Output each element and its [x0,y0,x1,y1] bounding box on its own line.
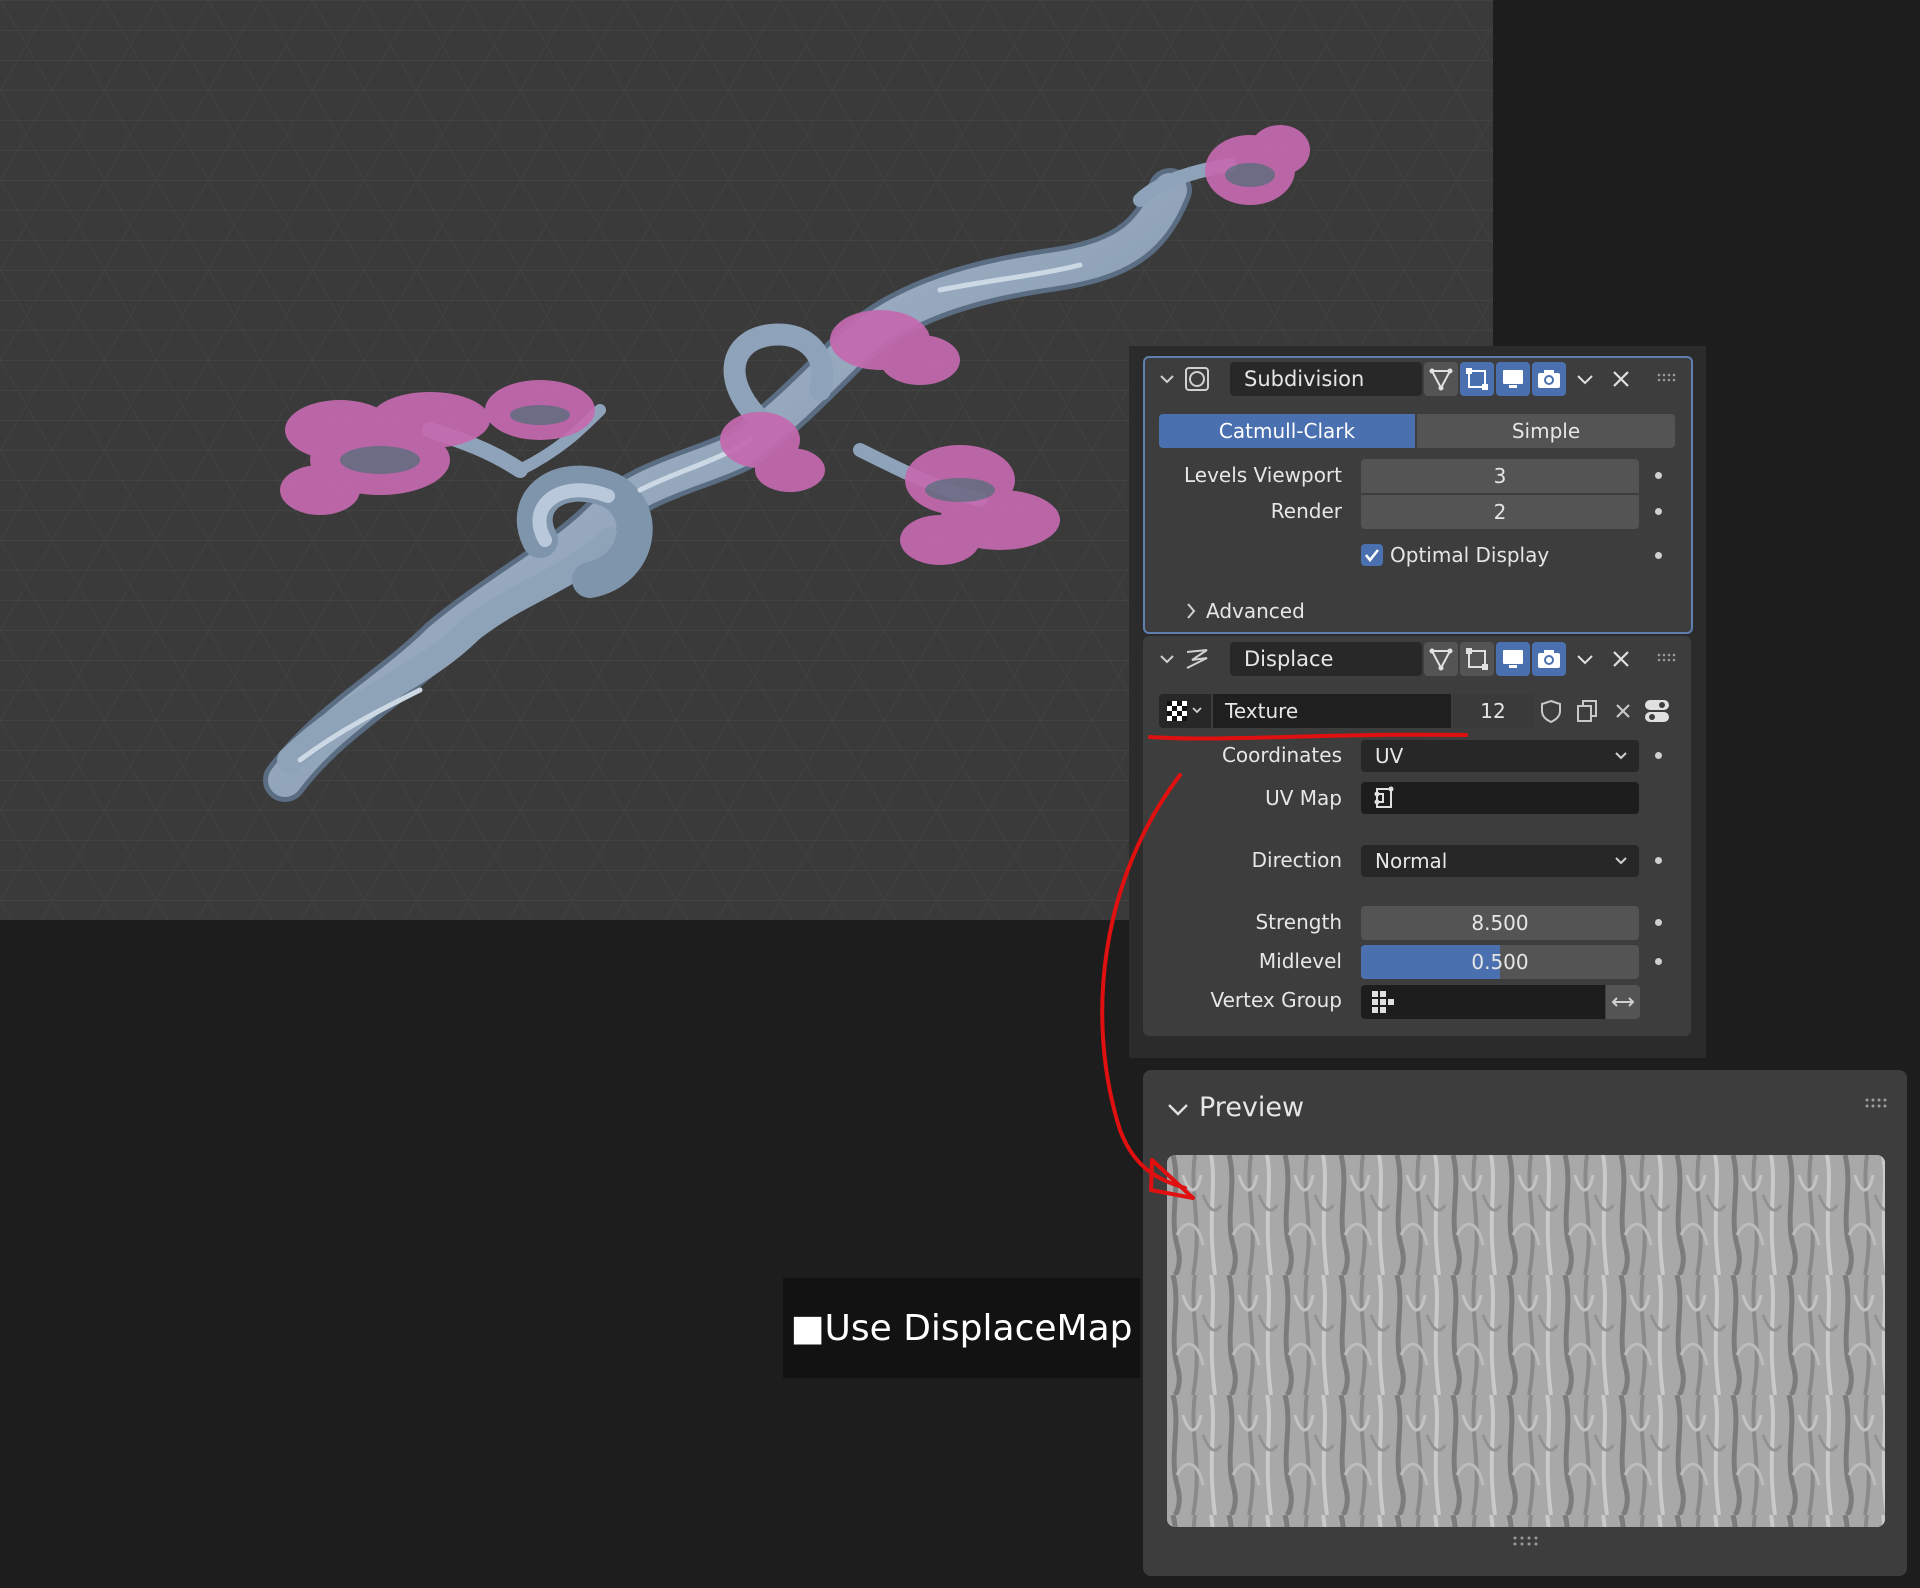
midlevel-slider[interactable]: 0.500 [1361,945,1639,979]
duplicate-texture-button[interactable] [1570,694,1604,728]
displace-remove-button[interactable] [1604,642,1638,676]
midlevel-value: 0.500 [1471,950,1529,974]
monitor-icon [1503,370,1523,388]
texture-properties-icon [1645,700,1669,722]
coordinates-value: UV [1375,744,1404,768]
direction-label: Direction [1251,848,1342,872]
drag-handle-icon [1513,1536,1538,1546]
advanced-label: Advanced [1206,599,1305,623]
invert-vertex-group-toggle[interactable] [1606,985,1640,1019]
texture-name-field[interactable]: Texture [1213,694,1451,728]
caption-box: ■Use DisplaceMap [783,1278,1140,1378]
displace-editmode-cage-toggle[interactable] [1424,642,1458,676]
texture-preview-image [1167,1155,1885,1527]
displace-drag-handle[interactable] [1656,650,1678,664]
chevron-right-icon [1187,603,1196,619]
monitor-icon [1503,650,1523,668]
keyframe-dot[interactable] [1655,919,1662,926]
levels-viewport-field[interactable]: 3 [1361,459,1639,493]
optimal-display-checkbox[interactable] [1361,544,1383,566]
simple-option[interactable]: Simple [1417,414,1675,448]
show-texture-properties-button[interactable] [1640,694,1674,728]
direction-dropdown[interactable]: Normal [1361,845,1639,877]
catmull-clark-option[interactable]: Catmull-Clark [1159,414,1415,448]
strength-label: Strength [1255,910,1342,934]
fake-user-button[interactable] [1534,694,1568,728]
levels-viewport-label: Levels Viewport [1183,463,1342,487]
keyframe-dot[interactable] [1655,508,1662,515]
close-icon [1616,704,1630,718]
subdivision-render-toggle[interactable] [1532,362,1566,396]
chevron-down-icon [1168,1104,1188,1116]
chevron-down-icon [1577,375,1593,385]
strength-field[interactable]: 8.500 [1361,906,1639,940]
preview-title: Preview [1199,1092,1305,1123]
subdivision-modifier-icon [1184,366,1210,392]
chevron-down-icon [1577,655,1593,665]
vertex-group-icon [1372,991,1394,1013]
subdivision-menu-dropdown[interactable] [1568,362,1602,396]
caption-text: ■Use DisplaceMap [790,1307,1133,1349]
keyframe-dot[interactable] [1655,857,1662,864]
preview-drag-handle[interactable] [1864,1095,1890,1109]
subdivision-editmode-toggle[interactable] [1460,362,1494,396]
drag-handle-icon [1657,373,1676,382]
shield-icon [1541,699,1561,724]
coordinates-label: Coordinates [1221,743,1342,767]
edit-mode-icon [1466,648,1488,670]
texture-users-count[interactable]: 12 [1453,694,1533,728]
subdivision-collapse-toggle[interactable] [1156,368,1178,390]
keyframe-dot[interactable] [1655,752,1662,759]
camera-icon [1538,370,1560,388]
chevron-down-icon [1615,752,1627,760]
uv-map-field[interactable] [1361,782,1639,814]
keyframe-dot[interactable] [1655,958,1662,965]
vertex-group-field[interactable] [1361,985,1605,1019]
unlink-texture-button[interactable] [1606,694,1640,728]
chevron-down-icon [1615,857,1627,865]
displace-menu-dropdown[interactable] [1568,642,1602,676]
optimal-display-label: Optimal Display [1390,543,1550,567]
displace-modifier-icon [1184,646,1210,672]
chevron-down-icon [1160,655,1174,664]
direction-value: Normal [1375,849,1448,873]
texture-browse-button[interactable] [1159,694,1211,728]
drag-handle-icon [1657,653,1676,662]
keyframe-dot[interactable] [1655,472,1662,479]
subdivision-viewport-toggle[interactable] [1496,362,1530,396]
render-levels-label: Render [1270,499,1342,523]
subdivision-name-field[interactable]: Subdivision [1230,362,1422,396]
uv-map-icon [1374,786,1394,808]
double-arrow-icon [1611,997,1635,1007]
subdivision-drag-handle[interactable] [1656,370,1678,384]
checker-texture-icon [1167,701,1202,721]
checkmark-icon [1364,549,1380,563]
preview-collapse-toggle[interactable]: Preview [1163,1092,1363,1126]
preview-resize-handle[interactable] [1512,1533,1542,1547]
vertex-triangle-icon [1429,648,1453,671]
edit-mode-icon [1466,368,1488,390]
advanced-subpanel-toggle[interactable]: Advanced [1182,598,1382,624]
drag-handle-icon [1865,1098,1887,1108]
coordinates-dropdown[interactable]: UV [1361,740,1639,772]
close-icon [1613,651,1629,667]
displace-editmode-toggle[interactable] [1460,642,1494,676]
chevron-down-icon [1160,375,1174,384]
vertex-group-label: Vertex Group [1210,988,1342,1012]
vertex-triangle-icon [1429,368,1453,391]
render-levels-field[interactable]: 2 [1361,495,1639,529]
subdivision-remove-button[interactable] [1604,362,1638,396]
uv-map-label: UV Map [1265,786,1342,810]
duplicate-icon [1577,700,1597,722]
displace-render-toggle[interactable] [1532,642,1566,676]
close-icon [1613,371,1629,387]
displace-viewport-toggle[interactable] [1496,642,1530,676]
displace-name-field[interactable]: Displace [1230,642,1422,676]
subdivision-editmode-cage-toggle[interactable] [1424,362,1458,396]
midlevel-label: Midlevel [1258,949,1342,973]
camera-icon [1538,650,1560,668]
displace-collapse-toggle[interactable] [1156,648,1178,670]
keyframe-dot[interactable] [1655,552,1662,559]
